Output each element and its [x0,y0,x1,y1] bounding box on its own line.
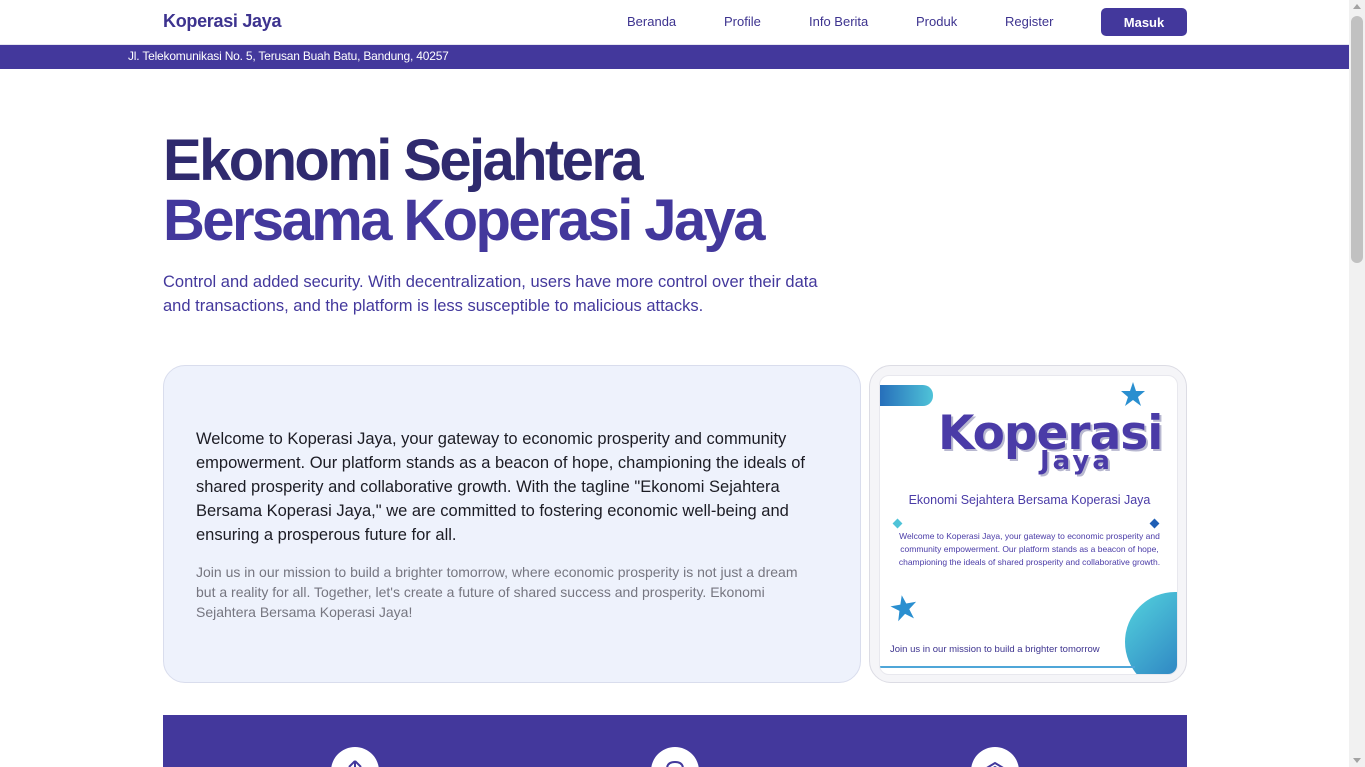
nav-link-info-berita[interactable]: Info Berita [809,14,868,29]
poster-tagline: Ekonomi Sejahtera Bersama Koperasi Jaya [908,493,1151,507]
upload-icon [331,747,379,767]
hero-title-line2: Bersama Koperasi Jaya [163,188,766,253]
poster-circle-shape [1125,592,1177,674]
scroll-down-arrow-icon[interactable] [1353,758,1361,763]
poster-frame: Koperasi Jaya Ekonomi Sejahtera Bersama … [869,365,1187,683]
welcome-card: Welcome to Koperasi Jaya, your gateway t… [163,365,861,683]
login-button[interactable]: Masuk [1101,8,1187,36]
scrollbar[interactable] [1349,0,1365,767]
hero-subtitle: Control and added security. With decentr… [163,273,818,315]
star-icon [1121,382,1145,406]
diamond-icon [892,518,903,529]
hero-title-line1: Ekonomi Sejahtera [163,128,644,193]
hero-title: Ekonomi Sejahtera Bersama Koperasi Jaya [163,128,766,253]
poster-description: Welcome to Koperasi Jaya, your gateway t… [898,531,1161,567]
scrollbar-thumb[interactable] [1351,16,1363,263]
poster-join-text: Join us in our mission to build a bright… [890,644,1100,655]
nav-link-produk[interactable]: Produk [916,14,957,29]
page: Koperasi Jaya Beranda Profile Info Berit… [0,0,1349,767]
navbar: Koperasi Jaya Beranda Profile Info Berit… [0,0,1349,45]
features-section [163,715,1187,767]
brand-logo[interactable]: Koperasi Jaya [163,11,281,32]
poster-image: Koperasi Jaya Ekonomi Sejahtera Bersama … [879,375,1178,675]
cloud-icon [651,747,699,767]
welcome-join-text: Join us in our mission to build a bright… [196,564,798,620]
diamond-icon [1149,518,1160,529]
nav-link-beranda[interactable]: Beranda [627,14,676,29]
poster-top-bar-shape [880,385,933,406]
welcome-text: Welcome to Koperasi Jaya, your gateway t… [196,430,806,544]
scroll-up-arrow-icon[interactable] [1353,4,1361,9]
address-bar: Jl. Telekomunikasi No. 5, Terusan Buah B… [0,45,1349,69]
nav-link-profile[interactable]: Profile [724,14,761,29]
star-icon [890,595,917,622]
poster-title-jaya: Jaya [1040,446,1113,476]
layers-icon [971,747,1019,767]
address-text: Jl. Telekomunikasi No. 5, Terusan Buah B… [128,49,449,63]
nav-link-register[interactable]: Register [1005,14,1053,29]
